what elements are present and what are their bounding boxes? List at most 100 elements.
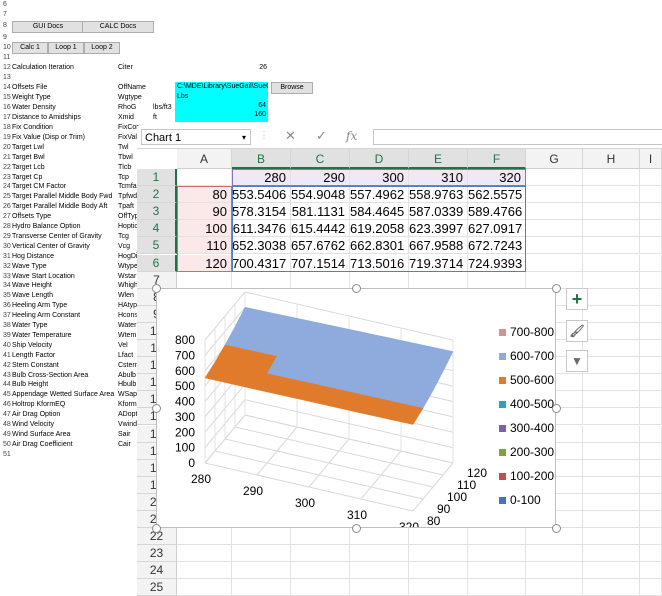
empty-cell[interactable] [640, 579, 662, 596]
data-cell[interactable]: 80 [177, 186, 232, 204]
empty-cell[interactable] [640, 545, 662, 563]
row-header[interactable]: 6 [137, 254, 177, 272]
column-header[interactable]: A [177, 149, 232, 169]
empty-cell[interactable] [640, 476, 662, 494]
empty-cell[interactable] [640, 374, 662, 392]
row-header[interactable]: 2 [137, 186, 177, 204]
empty-cell[interactable] [640, 459, 662, 477]
column-header[interactable]: E [409, 149, 468, 169]
empty-cell[interactable] [640, 528, 662, 546]
data-cell[interactable]: 724.9393 [468, 254, 526, 272]
empty-cell[interactable] [640, 237, 662, 255]
column-header[interactable]: G [526, 149, 583, 169]
empty-cell[interactable] [526, 186, 583, 204]
empty-cell[interactable] [583, 476, 640, 494]
insert-function-icon[interactable]: fx [346, 129, 357, 143]
data-cell[interactable]: 581.1131 [291, 203, 350, 221]
column-header[interactable]: C [291, 149, 350, 169]
empty-cell[interactable] [526, 237, 583, 255]
empty-cell[interactable] [291, 579, 350, 596]
empty-cell[interactable] [409, 528, 468, 546]
empty-cell[interactable] [583, 288, 640, 306]
empty-cell[interactable] [291, 545, 350, 563]
empty-cell[interactable] [640, 340, 662, 358]
data-cell[interactable]: 611.3476 [232, 220, 291, 238]
chart-styles-brush-button[interactable]: 🖌 [566, 320, 588, 342]
empty-cell[interactable] [583, 254, 640, 272]
empty-cell[interactable] [583, 271, 640, 289]
empty-cell[interactable] [640, 425, 662, 443]
chart-svg[interactable]: 0100200300400500600700800280290300310320… [157, 289, 555, 534]
column-header[interactable]: D [350, 149, 409, 169]
empty-cell[interactable] [468, 562, 526, 580]
column-header[interactable]: I [640, 149, 662, 169]
row-header[interactable]: 4 [137, 220, 177, 238]
empty-cell[interactable] [583, 493, 640, 511]
empty-cell[interactable] [640, 271, 662, 289]
data-cell[interactable]: 558.9763 [409, 186, 468, 204]
empty-cell[interactable] [409, 271, 468, 289]
resize-handle[interactable] [152, 284, 161, 293]
empty-cell[interactable] [350, 545, 409, 563]
empty-cell[interactable] [583, 391, 640, 409]
empty-cell[interactable] [640, 254, 662, 272]
offsets-file-path-cell[interactable]: C:\MDE\Library\SueGail\SueG [175, 82, 268, 92]
resize-handle[interactable] [152, 524, 161, 533]
empty-cell[interactable] [640, 220, 662, 238]
empty-cell[interactable] [640, 322, 662, 340]
empty-cell[interactable] [232, 528, 291, 546]
empty-cell[interactable] [468, 528, 526, 546]
chart-filters-funnel-button[interactable]: ▼ [566, 350, 588, 372]
empty-cell[interactable] [583, 545, 640, 563]
empty-cell[interactable] [583, 237, 640, 255]
row-header[interactable]: 5 [137, 237, 177, 255]
empty-cell[interactable] [640, 288, 662, 306]
data-cell[interactable]: 587.0339 [409, 203, 468, 221]
empty-cell[interactable] [526, 220, 583, 238]
empty-cell[interactable] [583, 425, 640, 443]
empty-cell[interactable] [583, 442, 640, 460]
data-cell[interactable]: 553.5406 [232, 186, 291, 204]
empty-cell[interactable] [640, 408, 662, 426]
empty-cell[interactable] [526, 562, 583, 580]
empty-cell[interactable] [583, 357, 640, 375]
empty-cell[interactable] [177, 562, 232, 580]
data-cell[interactable]: 554.9048 [291, 186, 350, 204]
data-cell[interactable]: 615.4442 [291, 220, 350, 238]
empty-cell[interactable] [583, 408, 640, 426]
empty-cell[interactable] [177, 528, 232, 546]
data-cell[interactable]: 667.9588 [409, 237, 468, 255]
column-header[interactable]: F [468, 149, 526, 169]
resize-handle[interactable] [552, 284, 561, 293]
empty-cell[interactable] [526, 203, 583, 221]
row-header[interactable]: 1 [137, 169, 177, 187]
empty-cell[interactable] [640, 203, 662, 221]
empty-cell[interactable] [583, 203, 640, 221]
empty-cell[interactable] [177, 271, 232, 289]
data-cell[interactable]: 310 [409, 169, 468, 187]
empty-cell[interactable] [526, 545, 583, 563]
data-cell[interactable]: 300 [350, 169, 409, 187]
chevron-down-icon[interactable]: ▾ [242, 130, 246, 146]
cancel-icon[interactable]: ✕ [285, 128, 296, 144]
resize-handle[interactable] [552, 524, 561, 533]
empty-cell[interactable] [583, 459, 640, 477]
empty-cell[interactable] [640, 357, 662, 375]
surface-chart[interactable]: 0 100 200 300 400 500 600 700 800 280 290 300 310 320… [156, 288, 556, 534]
data-cell[interactable]: 657.6762 [291, 237, 350, 255]
data-cell[interactable]: 672.7243 [468, 237, 526, 255]
empty-cell[interactable] [409, 562, 468, 580]
data-cell[interactable]: 584.4645 [350, 203, 409, 221]
formula-input[interactable] [373, 129, 662, 145]
empty-cell[interactable] [468, 579, 526, 596]
empty-cell[interactable] [583, 169, 640, 187]
data-cell[interactable]: 662.8301 [350, 237, 409, 255]
empty-cell[interactable] [177, 545, 232, 563]
empty-cell[interactable] [640, 562, 662, 580]
row-header[interactable]: 24 [137, 562, 177, 580]
data-cell[interactable]: 110 [177, 237, 232, 255]
empty-cell[interactable] [640, 305, 662, 323]
column-header[interactable]: H [583, 149, 640, 169]
empty-cell[interactable] [583, 528, 640, 546]
row-header[interactable]: 3 [137, 203, 177, 221]
